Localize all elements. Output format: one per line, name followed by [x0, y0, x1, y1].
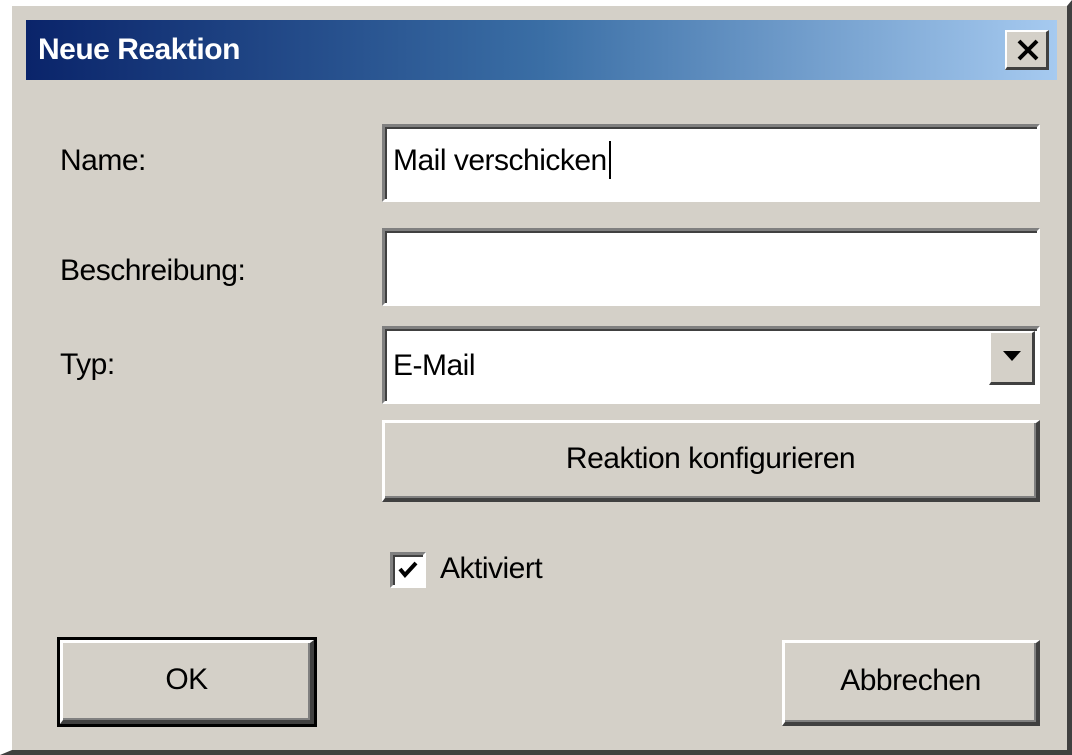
ok-button[interactable]: OK: [57, 637, 317, 727]
window-title: Neue Reaktion: [38, 33, 240, 66]
configure-reaction-button[interactable]: Reaktion konfigurieren: [382, 420, 1040, 502]
close-icon: [1017, 39, 1039, 61]
title-bar[interactable]: Neue Reaktion: [26, 20, 1057, 80]
configure-reaction-label: Reaktion konfigurieren: [565, 442, 856, 475]
cancel-label: Abbrechen: [840, 664, 981, 697]
ok-label: OK: [165, 663, 208, 696]
name-input-value: Mail verschicken: [393, 144, 607, 177]
checkmark-icon: [398, 561, 418, 579]
activated-checkbox[interactable]: [390, 552, 426, 588]
name-label: Name:: [60, 144, 146, 177]
type-label: Typ:: [60, 348, 115, 381]
new-reaction-dialog: Neue Reaktion Name: Mail verschicken Bes…: [0, 0, 1072, 755]
text-caret: [608, 141, 611, 179]
chevron-down-icon: [1003, 351, 1021, 361]
description-input[interactable]: [382, 228, 1040, 306]
type-dropdown-button[interactable]: [989, 331, 1035, 385]
description-label: Beschreibung:: [60, 254, 246, 287]
cancel-button[interactable]: Abbrechen: [782, 640, 1040, 726]
name-input[interactable]: Mail verschicken: [382, 124, 1040, 202]
type-select[interactable]: E-Mail: [382, 326, 1040, 404]
activated-label[interactable]: Aktiviert: [440, 552, 543, 586]
type-select-value: E-Mail: [393, 349, 476, 382]
close-button[interactable]: [1005, 30, 1049, 70]
